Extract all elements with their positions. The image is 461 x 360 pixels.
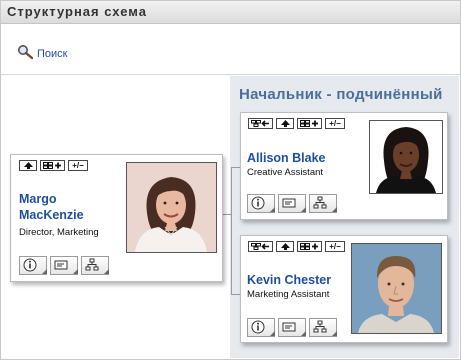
expand-collapse-label: +/− <box>329 241 341 251</box>
window-title: Структурная схема <box>7 4 147 19</box>
email-button[interactable] <box>50 256 78 275</box>
up-arrow-icon <box>280 243 290 250</box>
report-actions <box>247 194 337 213</box>
connector-line <box>231 294 240 295</box>
org-chart-icon <box>43 162 62 169</box>
card-toolbar: +/− <box>19 160 88 171</box>
corner-arrow-icon <box>267 330 275 336</box>
email-button[interactable] <box>278 318 306 337</box>
manager-actions <box>19 256 109 275</box>
expand-collapse-button[interactable]: +/− <box>325 118 345 129</box>
corner-arrow-icon <box>101 268 109 274</box>
search-label: Поиск <box>37 48 68 60</box>
corner-arrow-icon <box>267 206 275 212</box>
report-card: +/− Kevin Chester Marketing Assistant <box>240 235 448 343</box>
org-chart-button[interactable] <box>297 118 322 129</box>
expand-collapse-label: +/− <box>72 160 84 170</box>
info-button[interactable] <box>19 256 47 275</box>
hierarchy-button[interactable] <box>309 318 337 337</box>
email-button[interactable] <box>278 194 306 213</box>
corner-arrow-icon <box>298 206 306 212</box>
org-chart-icon <box>300 243 319 250</box>
up-arrow-icon <box>280 120 290 127</box>
manager-last-name: MacKenzie <box>19 208 84 222</box>
manager-name[interactable]: Margo MacKenzie <box>19 191 84 223</box>
manager-job-title: Director, Marketing <box>19 227 99 238</box>
connector-line <box>231 167 240 168</box>
expand-collapse-button[interactable]: +/− <box>325 241 345 252</box>
search-icon <box>17 44 34 60</box>
section-title: Начальник - подчинённый <box>239 86 443 103</box>
up-arrow-icon <box>23 162 33 169</box>
toolbar: Поиск <box>1 24 460 75</box>
report-job-title: Creative Assistant <box>247 167 324 178</box>
report-job-title: Marketing Assistant <box>247 289 330 300</box>
corner-arrow-icon <box>329 330 337 336</box>
up-button[interactable] <box>19 160 37 171</box>
search-link[interactable]: Поиск <box>17 44 67 60</box>
corner-arrow-icon <box>70 268 78 274</box>
info-button[interactable] <box>247 318 275 337</box>
org-chart-button[interactable] <box>40 160 65 171</box>
report-photo <box>351 243 442 334</box>
corner-arrow-icon <box>329 206 337 212</box>
corner-arrow-icon <box>39 268 47 274</box>
report-name[interactable]: Allison Blake <box>247 150 326 166</box>
title-bar: Структурная схема <box>1 1 460 24</box>
goto-manager-icon <box>251 120 270 127</box>
manager-photo <box>126 162 217 253</box>
report-card: +/− Allison Blake Creative Assistant <box>240 112 448 220</box>
report-name[interactable]: Kevin Chester <box>247 272 331 288</box>
goto-manager-icon <box>251 243 270 250</box>
goto-manager-button[interactable] <box>248 118 273 129</box>
hierarchy-button[interactable] <box>309 194 337 213</box>
org-chart-icon <box>300 120 319 127</box>
connector-line <box>231 167 232 295</box>
expand-collapse-button[interactable]: +/− <box>68 160 88 171</box>
manager-card: +/− Margo MacKenzie Director, Marketing <box>10 154 223 282</box>
connector-line <box>222 214 231 215</box>
report-photo <box>369 120 443 194</box>
report-actions <box>247 318 337 337</box>
info-button[interactable] <box>247 194 275 213</box>
card-toolbar: +/− <box>248 118 345 129</box>
card-toolbar: +/− <box>248 241 345 252</box>
corner-arrow-icon <box>298 330 306 336</box>
goto-manager-button[interactable] <box>248 241 273 252</box>
org-chart-button[interactable] <box>297 241 322 252</box>
up-button[interactable] <box>276 118 294 129</box>
hierarchy-button[interactable] <box>81 256 109 275</box>
up-button[interactable] <box>276 241 294 252</box>
manager-first-name: Margo <box>19 192 57 206</box>
expand-collapse-label: +/− <box>329 118 341 128</box>
